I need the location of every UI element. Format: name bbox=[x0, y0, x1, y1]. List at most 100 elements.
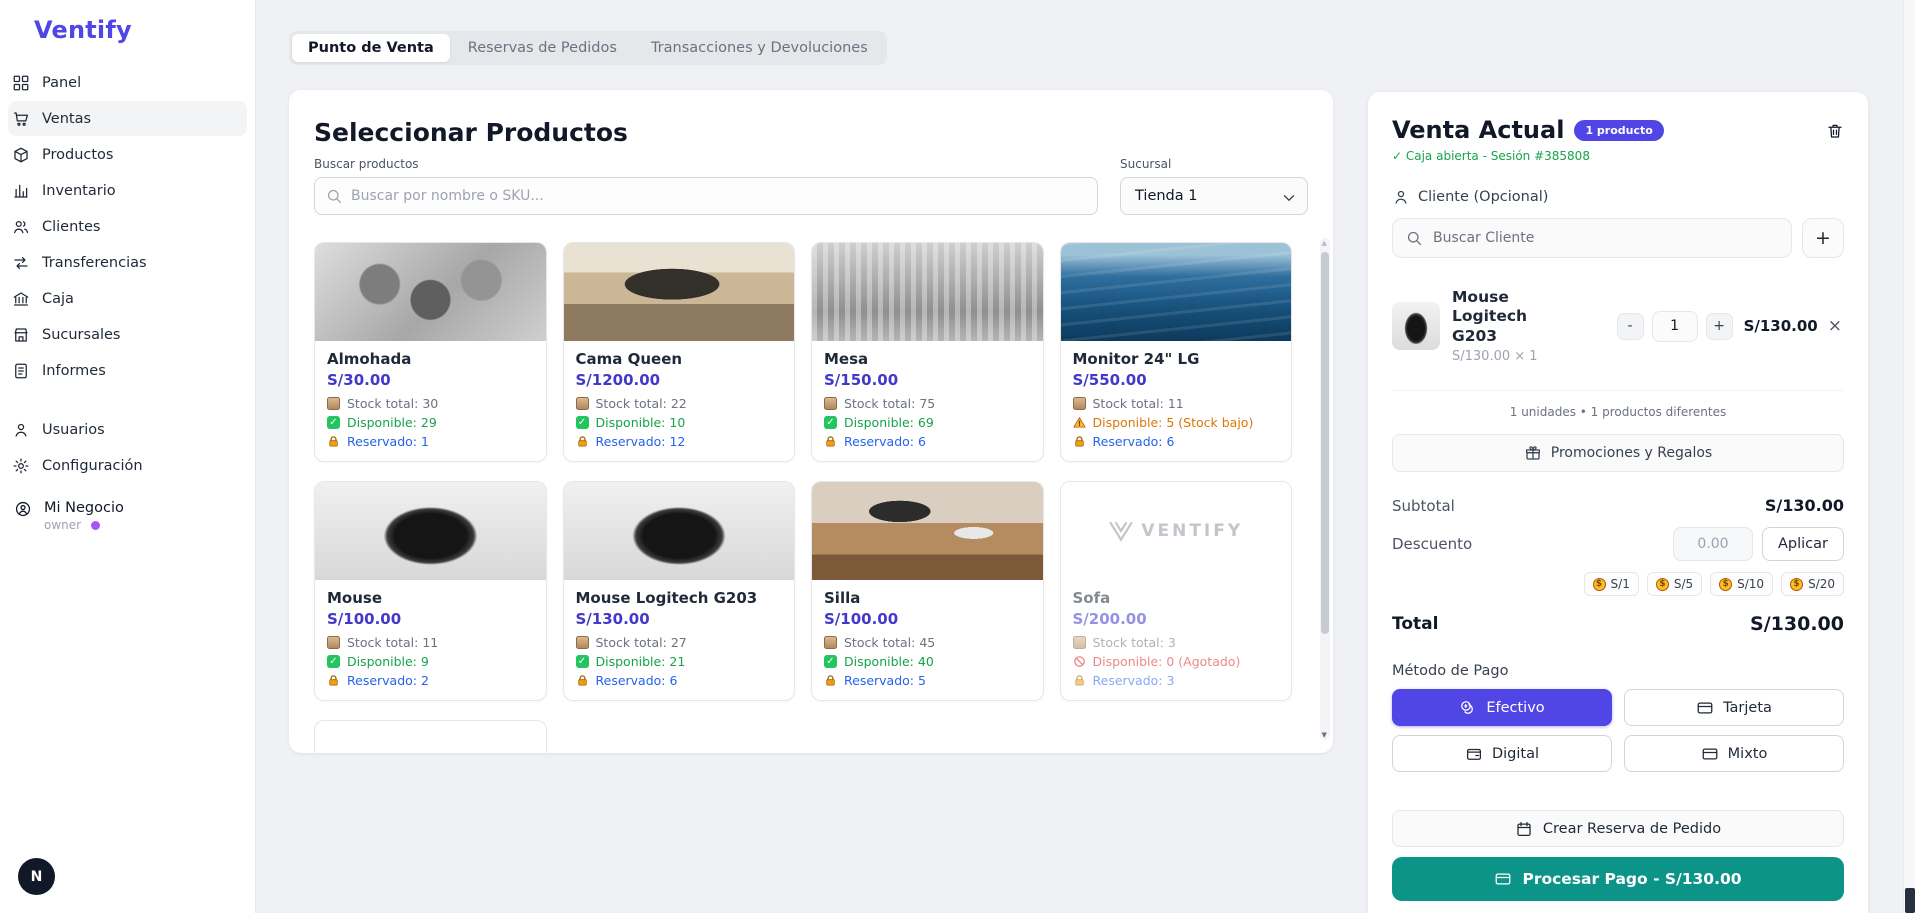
sidebar-item-ventas[interactable]: Ventas bbox=[8, 101, 247, 136]
lock-icon bbox=[327, 674, 340, 687]
product-reserved-line: Reservado: 12 bbox=[576, 434, 783, 449]
payment-method-digital[interactable]: Digital bbox=[1392, 735, 1612, 772]
package-icon bbox=[576, 397, 589, 410]
sidebar-item-clientes[interactable]: Clientes bbox=[8, 209, 247, 244]
sidebar: Ventify PanelVentasProductosInventarioCl… bbox=[0, 0, 256, 913]
discount-label: Descuento bbox=[1392, 535, 1472, 553]
store-icon bbox=[12, 326, 30, 344]
sidebar-item-productos[interactable]: Productos bbox=[8, 137, 247, 172]
sidebar-nav-secondary: Usuarios Configuración bbox=[8, 412, 247, 483]
product-available-line: ✓Disponible: 21 bbox=[576, 654, 783, 669]
remove-item-button[interactable]: × bbox=[1826, 316, 1844, 336]
sidebar-section-gap bbox=[8, 389, 247, 411]
apply-discount-button[interactable]: Aplicar bbox=[1762, 527, 1844, 561]
discount-input[interactable] bbox=[1673, 527, 1753, 561]
product-reserved-line: Reservado: 5 bbox=[824, 673, 1031, 688]
product-name: Mouse Logitech G203 bbox=[576, 589, 783, 607]
sidebar-item-label: Usuarios bbox=[42, 422, 105, 438]
sidebar-item-label: Inventario bbox=[42, 183, 116, 199]
page-scrollbar[interactable] bbox=[1903, 0, 1915, 913]
product-card-mouse[interactable]: Mouse S/100.00 Stock total: 11 ✓Disponib… bbox=[314, 481, 547, 701]
ventify-logo-placeholder: VENTIFY bbox=[1108, 520, 1243, 542]
lock-icon bbox=[824, 435, 837, 448]
sidebar-item-configuracion[interactable]: Configuración bbox=[8, 448, 247, 483]
total-value: S/130.00 bbox=[1750, 613, 1844, 635]
business-switcher[interactable]: Mi Negocio owner bbox=[8, 484, 247, 532]
branch-select[interactable]: Tienda 1 bbox=[1120, 177, 1308, 215]
product-reserved-line: Reservado: 6 bbox=[1073, 434, 1280, 449]
product-card-cama-queen[interactable]: Cama Queen S/1200.00 Stock total: 22 ✓Di… bbox=[563, 242, 796, 462]
tab-transacciones-y-devoluciones[interactable]: Transacciones y Devoluciones bbox=[635, 34, 884, 62]
promotions-button[interactable]: Promociones y Regalos bbox=[1392, 434, 1844, 472]
product-search-input[interactable] bbox=[314, 177, 1098, 215]
product-card-mesa[interactable]: Mesa S/150.00 Stock total: 75 ✓Disponibl… bbox=[811, 242, 1044, 462]
create-reservation-button[interactable]: Crear Reserva de Pedido bbox=[1392, 810, 1844, 847]
payment-method-grid: Efectivo Tarjeta Digital Mixto bbox=[1392, 689, 1844, 772]
catalog-scrollbar[interactable] bbox=[1320, 238, 1330, 740]
sidebar-item-inventario[interactable]: Inventario bbox=[8, 173, 247, 208]
gear-icon bbox=[12, 457, 30, 475]
lock-icon bbox=[824, 674, 837, 687]
product-card-mouse-logitech-g203[interactable]: Mouse Logitech G203 S/130.00 Stock total… bbox=[563, 481, 796, 701]
product-price: S/30.00 bbox=[327, 371, 534, 389]
product-stock-line: Stock total: 45 bbox=[824, 635, 1031, 650]
sidebar-item-label: Panel bbox=[42, 75, 81, 91]
qty-decrease-button[interactable]: - bbox=[1617, 313, 1644, 340]
payment-method-label: Tarjeta bbox=[1723, 700, 1772, 716]
cart-item-total: S/130.00 bbox=[1744, 317, 1818, 335]
package-icon bbox=[1073, 636, 1086, 649]
main-area: Punto de VentaReservas de PedidosTransac… bbox=[256, 0, 1368, 913]
quick-discount-s-20[interactable]: $S/20 bbox=[1781, 572, 1844, 596]
product-card-almohada[interactable]: Almohada S/30.00 Stock total: 30 ✓Dispon… bbox=[314, 242, 547, 462]
quick-discount-s-10[interactable]: $S/10 bbox=[1710, 572, 1773, 596]
catalog-scrollbar-thumb[interactable] bbox=[1321, 252, 1329, 634]
coin-icon: $ bbox=[1790, 578, 1803, 591]
qty-input[interactable] bbox=[1652, 311, 1698, 342]
sale-count-badge: 1 producto bbox=[1574, 120, 1663, 141]
product-card-silla[interactable]: Silla S/100.00 Stock total: 45 ✓Disponib… bbox=[811, 481, 1044, 701]
payment-method-label: Mixto bbox=[1728, 746, 1768, 762]
person-icon bbox=[1392, 188, 1410, 206]
quick-discount-s-5[interactable]: $S/5 bbox=[1647, 572, 1702, 596]
wallet-icon bbox=[1465, 745, 1483, 763]
sidebar-item-transferencias[interactable]: Transferencias bbox=[8, 245, 247, 280]
add-customer-button[interactable]: + bbox=[1802, 218, 1844, 258]
payment-method-tarjeta[interactable]: Tarjeta bbox=[1624, 689, 1844, 726]
tab-punto-de-venta[interactable]: Punto de Venta bbox=[292, 34, 450, 62]
catalog-title: Seleccionar Productos bbox=[314, 118, 1308, 147]
check-icon: ✓ bbox=[576, 416, 589, 429]
product-card-no-image[interactable]: No Image bbox=[314, 720, 547, 753]
bank-icon bbox=[12, 290, 30, 308]
sidebar-item-sucursales[interactable]: Sucursales bbox=[8, 317, 247, 352]
product-card-monitor-24-lg[interactable]: Monitor 24" LG S/550.00 Stock total: 11 … bbox=[1060, 242, 1293, 462]
status-dot bbox=[91, 521, 100, 530]
tab-reservas-de-pedidos[interactable]: Reservas de Pedidos bbox=[452, 34, 633, 62]
payment-method-efectivo[interactable]: Efectivo bbox=[1392, 689, 1612, 726]
qty-increase-button[interactable]: + bbox=[1706, 313, 1733, 340]
sidebar-item-usuarios[interactable]: Usuarios bbox=[8, 412, 247, 447]
user-avatar[interactable]: N bbox=[18, 858, 55, 895]
process-payment-button[interactable]: Procesar Pago - S/130.00 bbox=[1392, 857, 1844, 901]
bar-chart-icon bbox=[12, 182, 30, 200]
quick-discount-s-1[interactable]: $S/1 bbox=[1584, 572, 1639, 596]
sidebar-item-label: Configuración bbox=[42, 458, 143, 474]
product-available-line: ✓Disponible: 40 bbox=[824, 654, 1031, 669]
product-price: S/550.00 bbox=[1073, 371, 1280, 389]
lock-icon bbox=[327, 435, 340, 448]
catalog-panel: Seleccionar Productos Buscar productos S… bbox=[289, 90, 1333, 753]
warning-icon bbox=[1073, 416, 1086, 429]
customer-search-input[interactable] bbox=[1392, 218, 1792, 258]
cart-item-image bbox=[1392, 302, 1440, 350]
page-scrollbar-thumb[interactable] bbox=[1905, 888, 1915, 913]
product-available-line: Disponible: 0 (Agotado) bbox=[1073, 654, 1280, 669]
coins-icon bbox=[1459, 699, 1477, 717]
payment-method-mixto[interactable]: Mixto bbox=[1624, 735, 1844, 772]
sidebar-item-informes[interactable]: Informes bbox=[8, 353, 247, 388]
trash-icon[interactable] bbox=[1826, 122, 1844, 140]
business-role-label: owner bbox=[44, 518, 81, 532]
check-icon: ✓ bbox=[576, 655, 589, 668]
sidebar-item-caja[interactable]: Caja bbox=[8, 281, 247, 316]
sidebar-item-panel[interactable]: Panel bbox=[8, 65, 247, 100]
product-price: S/1200.00 bbox=[576, 371, 783, 389]
sidebar-item-label: Sucursales bbox=[42, 327, 120, 343]
